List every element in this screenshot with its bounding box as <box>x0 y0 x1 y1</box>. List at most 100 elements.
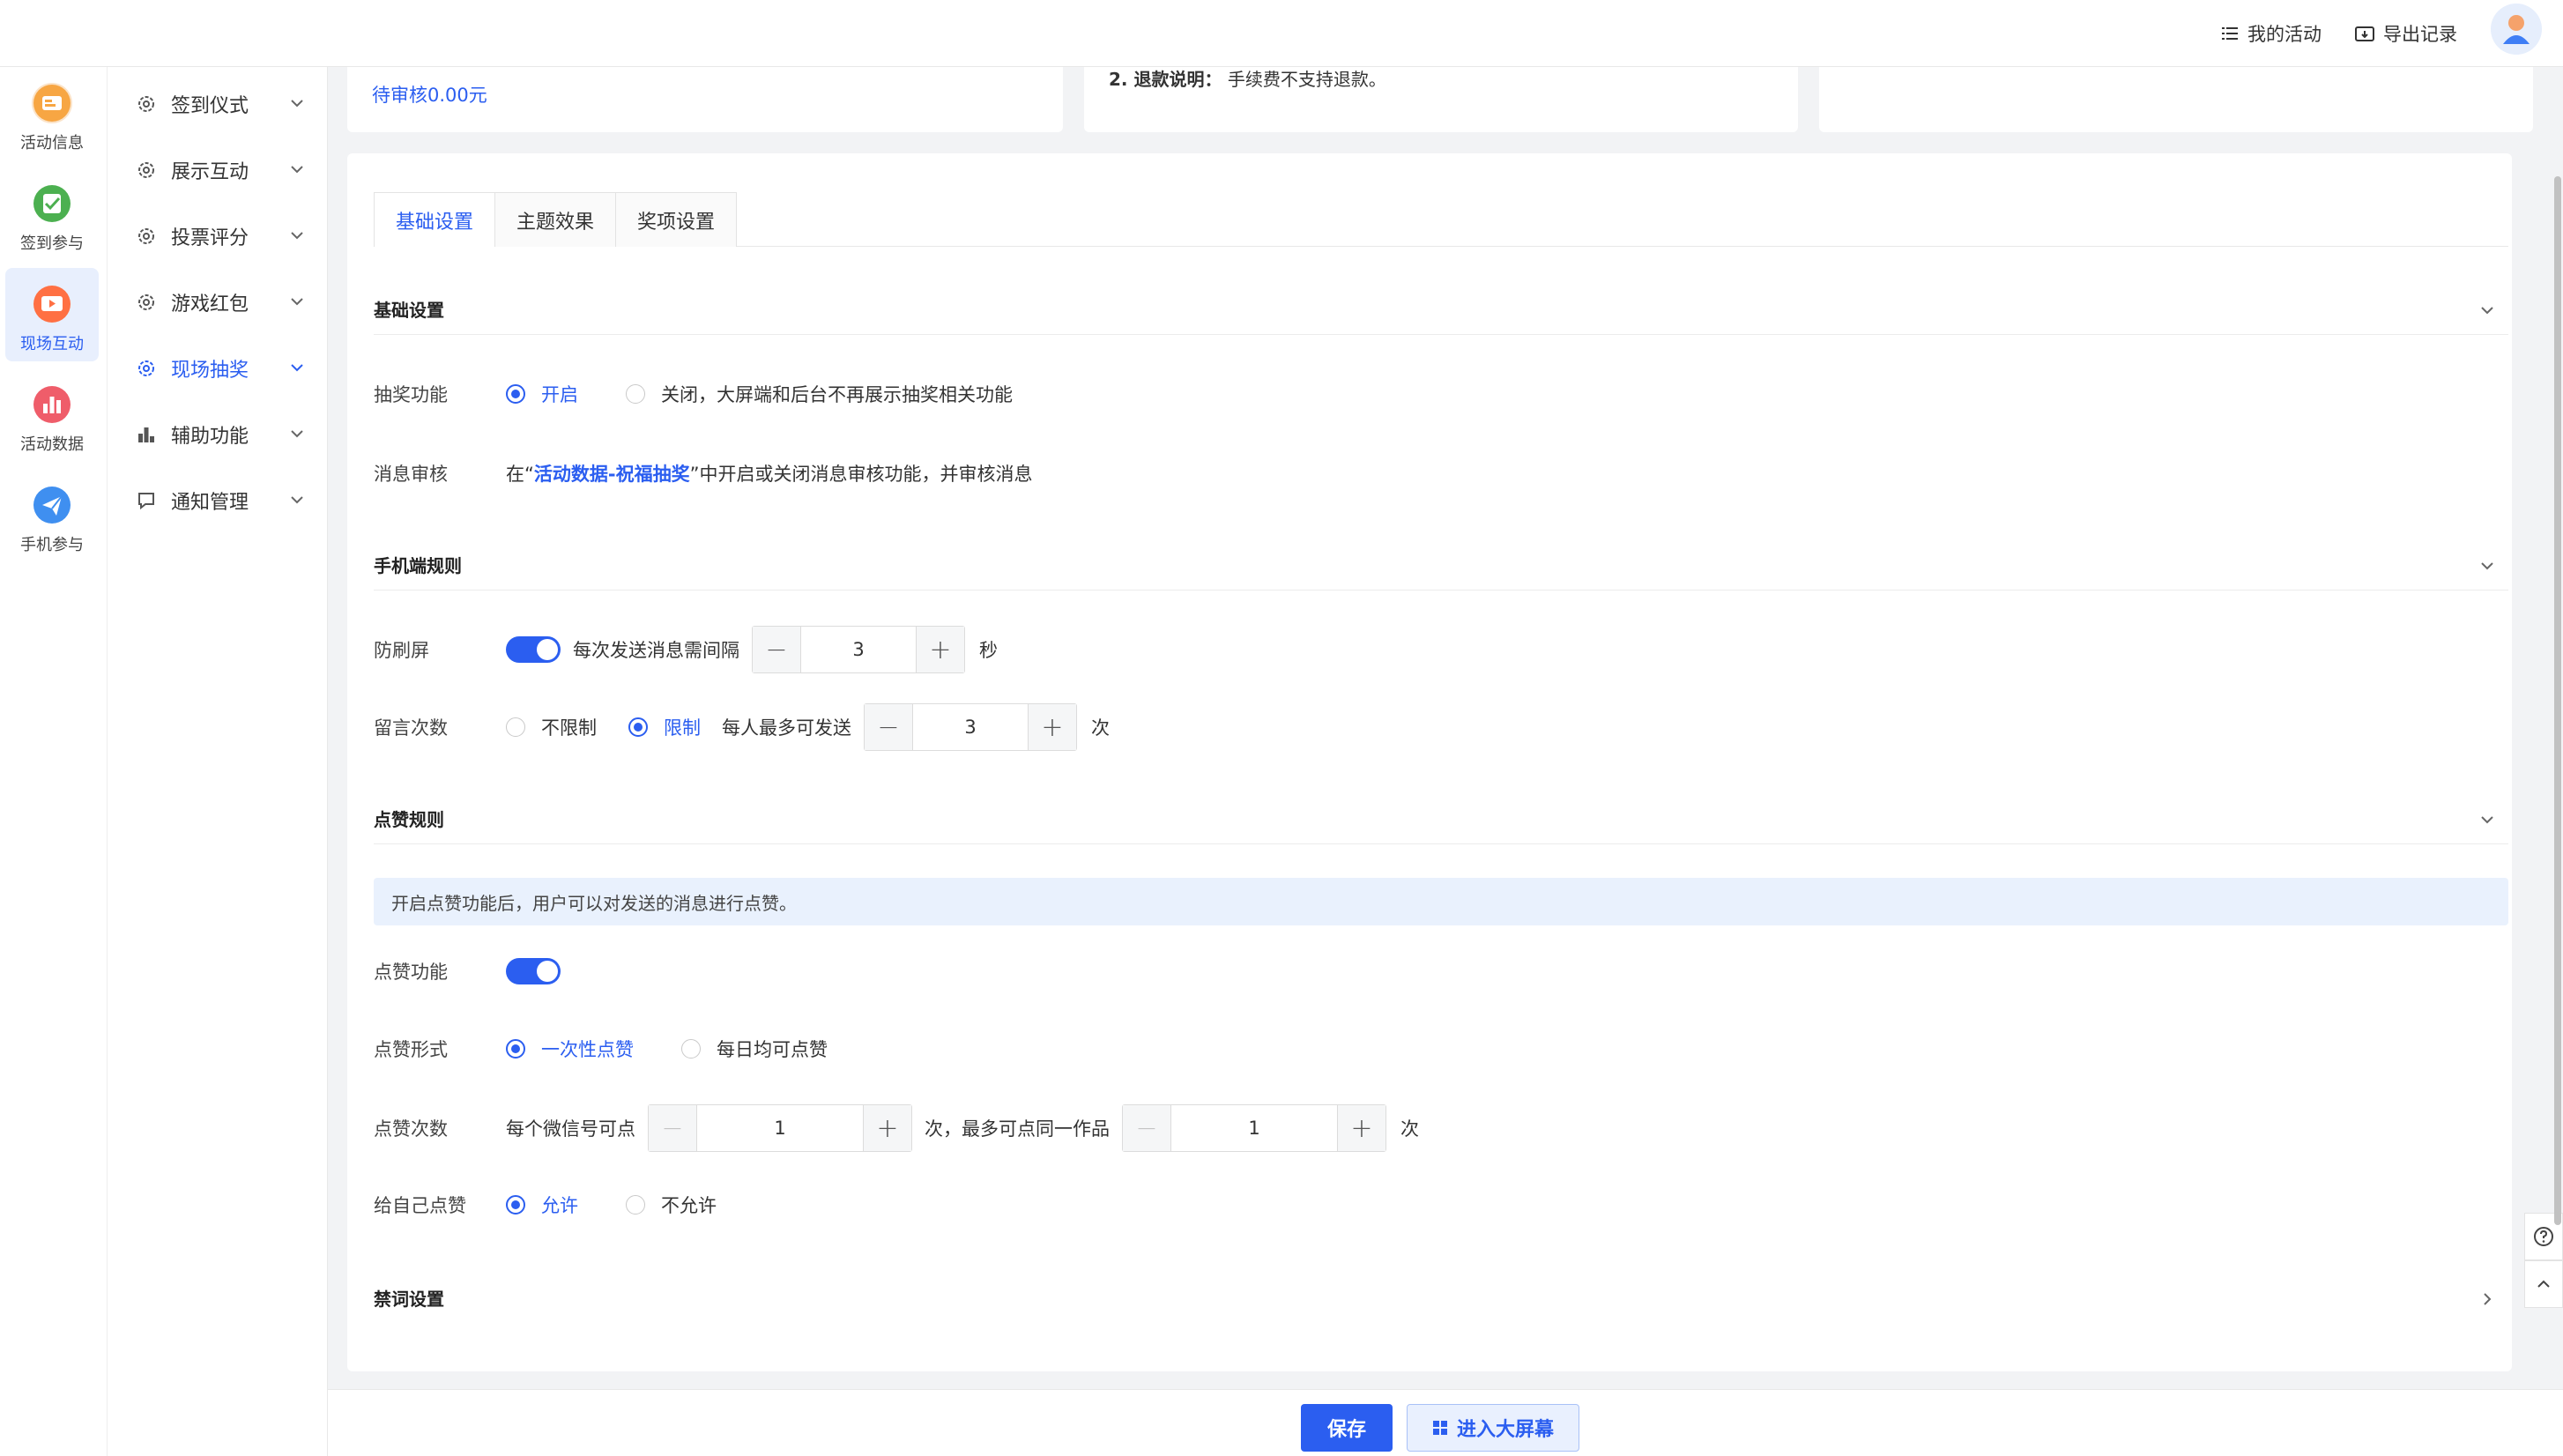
like-form-row: 点赞形式 一次性点赞 每日均可点赞 <box>374 1027 875 1071</box>
limited-radio[interactable]: 限制 <box>628 714 701 740</box>
submenu-item-game-redpacket[interactable]: 游戏红包 <box>108 276 328 329</box>
section-header-banned-words[interactable]: 禁词设置 <box>374 1285 2508 1324</box>
submenu-label: 通知管理 <box>171 492 249 514</box>
icon-rail: 活动信息 签到参与 现场互动 活动数据 手机参与 <box>0 67 108 1456</box>
decrement-button[interactable]: − <box>649 1105 696 1151</box>
chevron-down-icon <box>291 100 303 108</box>
chevron-up-icon <box>2537 1280 2550 1288</box>
anti-spam-row: 防刷屏 每次发送消息需间隔 − + 秒 <box>374 626 998 673</box>
section-header-mobile[interactable]: 手机端规则 <box>374 552 2508 591</box>
activity-info-icon <box>32 83 72 123</box>
chevron-down-icon <box>291 166 303 174</box>
message-limit-input[interactable] <box>912 704 1029 750</box>
anti-spam-input[interactable] <box>800 627 917 672</box>
increment-button[interactable]: + <box>917 627 964 672</box>
section-header-like[interactable]: 点赞规则 <box>374 806 2508 844</box>
submenu-item-voting[interactable]: 投票评分 <box>108 210 328 263</box>
rail-item-live-interaction[interactable]: 现场互动 <box>5 268 99 361</box>
unlimited-radio[interactable]: 不限制 <box>506 714 597 740</box>
refund-label: 2. 退款说明： <box>1109 69 1222 90</box>
avatar[interactable] <box>2491 4 2542 55</box>
help-icon <box>2534 1227 2553 1246</box>
refund-note: 2. 退款说明： 手续费不支持退款。 <box>1109 65 1386 91</box>
limit-text: 每人最多可发送 <box>722 717 851 739</box>
enter-big-screen-button[interactable]: 进入大屏幕 <box>1407 1404 1579 1452</box>
enter-big-screen-label: 进入大屏幕 <box>1456 1419 1554 1441</box>
back-to-top-button[interactable] <box>2524 1260 2563 1308</box>
bottom-action-bar: 保存 进入大屏幕 <box>328 1389 2563 1456</box>
section-header-basic[interactable]: 基础设置 <box>374 296 2508 335</box>
save-button[interactable]: 保存 <box>1301 1404 1393 1452</box>
like-once-radio[interactable]: 一次性点赞 <box>506 1036 634 1062</box>
rail-item-activity-data[interactable]: 活动数据 <box>5 368 99 462</box>
self-like-allow-radio[interactable]: 允许 <box>506 1192 578 1218</box>
submenu-item-display-interaction[interactable]: 展示互动 <box>108 144 328 197</box>
field-label: 防刷屏 <box>374 640 429 661</box>
like-count-mid: 次，最多可点同一作品 <box>925 1118 1110 1140</box>
chevron-down-icon <box>2481 307 2493 315</box>
data-chart-icon <box>32 384 72 425</box>
my-activities-label: 我的活动 <box>2247 24 2322 45</box>
checkin-icon <box>32 183 72 224</box>
rail-item-mobile[interactable]: 手机参与 <box>5 469 99 562</box>
field-label: 消息审核 <box>374 464 448 485</box>
submenu-item-live-lottery[interactable]: 现场抽奖 <box>108 342 328 395</box>
gear-icon <box>136 358 157 379</box>
submenu-item-notifications[interactable]: 通知管理 <box>108 474 328 527</box>
submenu-label: 展示互动 <box>171 161 249 183</box>
submenu-label: 游戏红包 <box>171 293 249 316</box>
like-count-input[interactable] <box>696 1105 864 1151</box>
submenu-item-auxiliary[interactable]: 辅助功能 <box>108 408 328 461</box>
export-records-link[interactable]: 导出记录 <box>2355 16 2457 51</box>
increment-button[interactable]: + <box>864 1105 911 1151</box>
export-records-label: 导出记录 <box>2383 24 2457 45</box>
chevron-down-icon <box>291 496 303 504</box>
review-link[interactable]: 活动数据-祝福抽奖 <box>534 460 690 487</box>
gear-icon <box>136 226 157 247</box>
like-daily-radio[interactable]: 每日均可点赞 <box>681 1036 828 1062</box>
lottery-feature-row: 抽奖功能 开启 关闭，大屏端和后台不再展示抽奖相关功能 <box>374 372 1060 416</box>
same-work-input[interactable] <box>1170 1105 1338 1151</box>
tab-theme-effects[interactable]: 主题效果 <box>494 192 617 247</box>
increment-button[interactable]: + <box>1338 1105 1386 1151</box>
limit-unit: 次 <box>1091 717 1110 739</box>
radio-label: 不限制 <box>541 717 597 739</box>
like-feature-toggle[interactable] <box>506 958 561 984</box>
tab-prize-settings[interactable]: 奖项设置 <box>615 192 738 247</box>
radio-label: 一次性点赞 <box>541 1039 634 1060</box>
lottery-on-radio[interactable]: 开启 <box>506 381 578 407</box>
increment-button[interactable]: + <box>1029 704 1076 750</box>
user-avatar-icon <box>2491 4 2542 55</box>
self-like-deny-radio[interactable]: 不允许 <box>626 1192 717 1218</box>
submenu-item-checkin-ceremony[interactable]: 签到仪式 <box>108 78 328 130</box>
rail-label-mobile: 手机参与 <box>20 536 84 554</box>
lottery-off-radio[interactable]: 关闭，大屏端和后台不再展示抽奖相关功能 <box>626 381 1013 407</box>
refund-text: 手续费不支持退款。 <box>1227 69 1386 90</box>
rail-item-checkin[interactable]: 签到参与 <box>5 167 99 261</box>
decrement-button[interactable]: − <box>865 704 912 750</box>
list-icon <box>2222 27 2238 40</box>
chevron-down-icon <box>291 298 303 306</box>
review-prefix: 在“ <box>506 464 534 485</box>
scrollbar[interactable] <box>2554 176 2561 1225</box>
my-activities-link[interactable]: 我的活动 <box>2221 16 2322 51</box>
message-limit-stepper: − + <box>864 703 1077 751</box>
section-title: 禁词设置 <box>374 1289 444 1310</box>
decrement-button[interactable]: − <box>753 627 800 672</box>
pending-review-link[interactable]: 待审核0.00元 <box>372 81 487 108</box>
anti-spam-unit: 秒 <box>979 640 998 661</box>
gear-icon <box>136 160 157 181</box>
radio-label: 不允许 <box>661 1195 717 1216</box>
anti-spam-toggle[interactable] <box>506 636 561 663</box>
decrement-button[interactable]: − <box>1123 1105 1170 1151</box>
section-title: 基础设置 <box>374 300 444 321</box>
rail-label-activity-info: 活动信息 <box>20 134 84 152</box>
bar-chart-icon <box>136 424 157 445</box>
grid-icon <box>1432 1421 1447 1435</box>
top-bar: 我的活动 导出记录 <box>0 0 2563 67</box>
tab-basic-settings[interactable]: 基础设置 <box>374 192 496 248</box>
chevron-down-icon <box>291 364 303 372</box>
like-count-row: 点赞次数 每个微信号可点 − + 次，最多可点同一作品 − + 次 <box>374 1103 1419 1153</box>
rail-item-activity-info[interactable]: 活动信息 <box>5 67 99 160</box>
field-label: 点赞次数 <box>374 1118 448 1140</box>
